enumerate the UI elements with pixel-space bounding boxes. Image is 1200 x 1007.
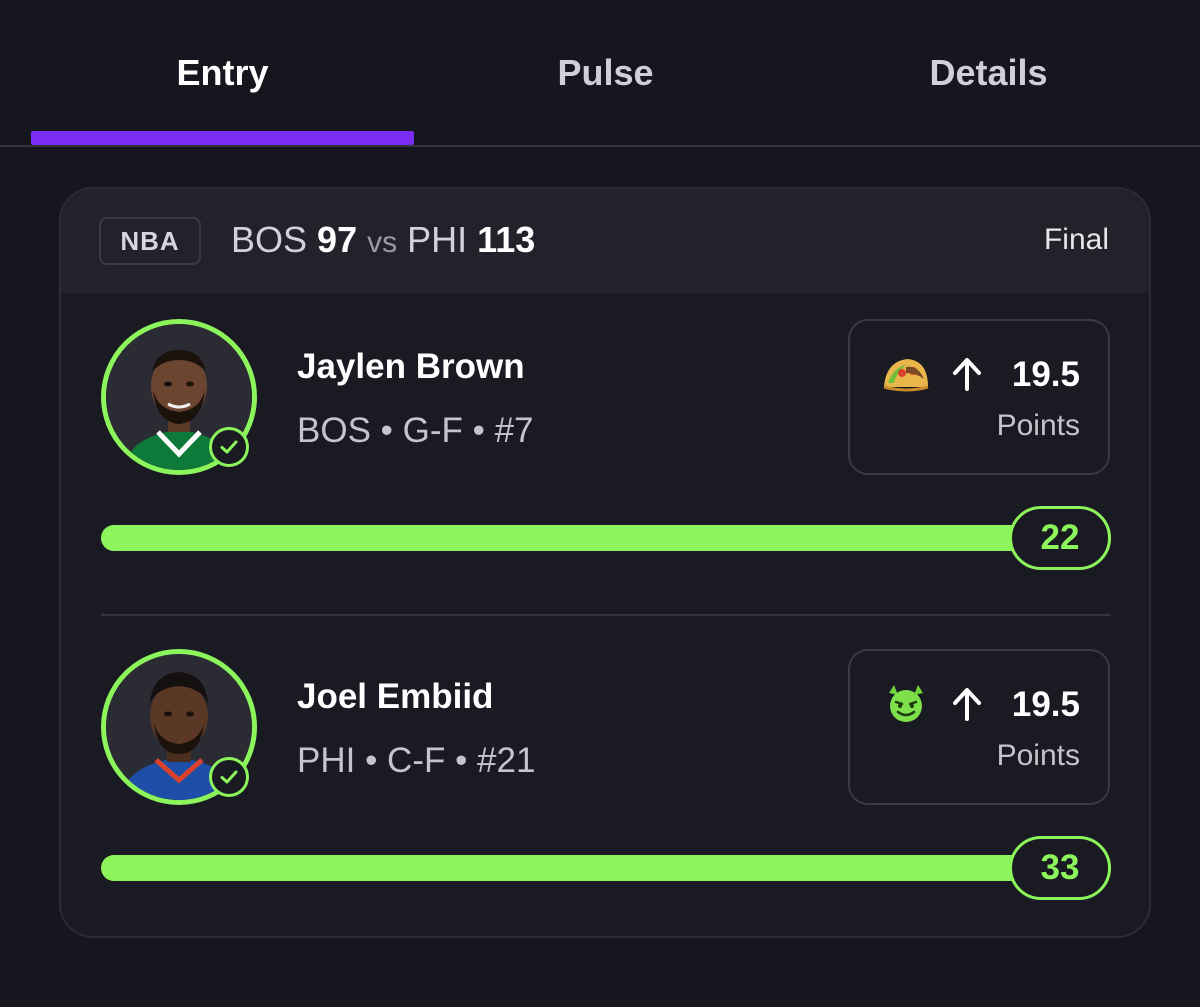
player-pick-row[interactable]: Jaylen Brown BOS • G-F • #7 19.5 Points … [61, 293, 1149, 583]
tab-bar: Entry Pulse Details [0, 0, 1200, 147]
tab-bar-divider [0, 145, 1200, 147]
player-pick-row[interactable]: Joel Embiid PHI • C-F • #21 19.5 Points … [61, 623, 1149, 913]
home-score: 113 [477, 219, 536, 260]
check-circle-icon [209, 427, 249, 467]
tab-entry[interactable]: Entry [31, 0, 414, 145]
projection-line: 19.5 [1011, 355, 1080, 394]
projection-stat: Points [996, 409, 1080, 442]
home-team: PHI [407, 219, 468, 260]
tab-pulse-label: Pulse [557, 52, 654, 93]
player-row-divider [101, 614, 1111, 616]
tab-details[interactable]: Details [797, 0, 1180, 145]
player-name: Jaylen Brown [297, 347, 525, 386]
active-tab-indicator [31, 131, 414, 145]
stat-progress-bar: 22 [101, 506, 1111, 570]
stat-progress-fill [101, 855, 1111, 881]
arrow-up-icon [953, 688, 981, 721]
versus-label: vs [367, 226, 398, 259]
stat-result-badge: 22 [1009, 506, 1111, 570]
entry-card: NBA BOS 97 vs PHI 113 Final Jaylen Brown… [59, 187, 1151, 938]
player-name: Joel Embiid [297, 677, 494, 716]
projection-box: 19.5 Points [848, 649, 1110, 805]
stat-progress-fill [101, 525, 1111, 551]
game-header: NBA BOS 97 vs PHI 113 Final [61, 189, 1149, 293]
game-status: Final [1043, 223, 1109, 256]
smiling-imp-emoji-icon [889, 685, 923, 722]
tab-entry-label: Entry [176, 52, 269, 93]
stat-result-badge: 33 [1009, 836, 1111, 900]
projection-box: 19.5 Points [848, 319, 1110, 475]
taco-emoji-icon [883, 359, 929, 392]
stat-progress-bar: 33 [101, 836, 1111, 900]
check-circle-icon [209, 757, 249, 797]
away-score: 97 [317, 219, 358, 260]
tab-pulse[interactable]: Pulse [414, 0, 797, 145]
league-badge: NBA [99, 217, 201, 265]
arrow-up-icon [953, 358, 981, 391]
game-matchup: BOS 97 vs PHI 113 [231, 219, 535, 261]
projection-stat: Points [996, 739, 1080, 772]
away-team: BOS [231, 219, 308, 260]
tab-details-label: Details [929, 52, 1048, 93]
player-meta: BOS • G-F • #7 [297, 411, 534, 450]
projection-line: 19.5 [1011, 685, 1080, 724]
player-meta: PHI • C-F • #21 [297, 741, 536, 780]
